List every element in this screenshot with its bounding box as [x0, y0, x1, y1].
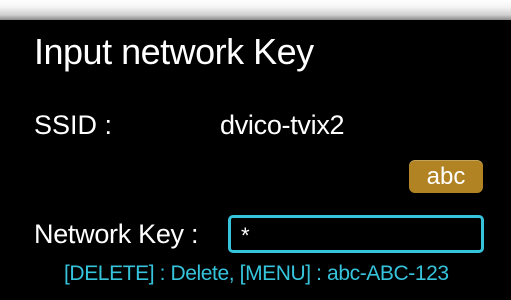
input-mode-button[interactable]: abc: [409, 160, 483, 193]
ssid-label: SSID :: [34, 110, 113, 140]
network-key-dialog: Input network Key SSID : dvico-tvix2 abc…: [0, 0, 511, 300]
network-key-label: Network Key :: [34, 219, 199, 249]
ssid-value: dvico-tvix2: [220, 110, 345, 140]
network-key-input[interactable]: *: [228, 215, 484, 253]
dialog-title: Input network Key: [34, 31, 314, 72]
network-key-value: *: [241, 223, 250, 248]
key-hint: [DELETE] : Delete, [MENU] : abc-ABC-123: [64, 262, 449, 285]
top-bevel: [0, 0, 511, 20]
